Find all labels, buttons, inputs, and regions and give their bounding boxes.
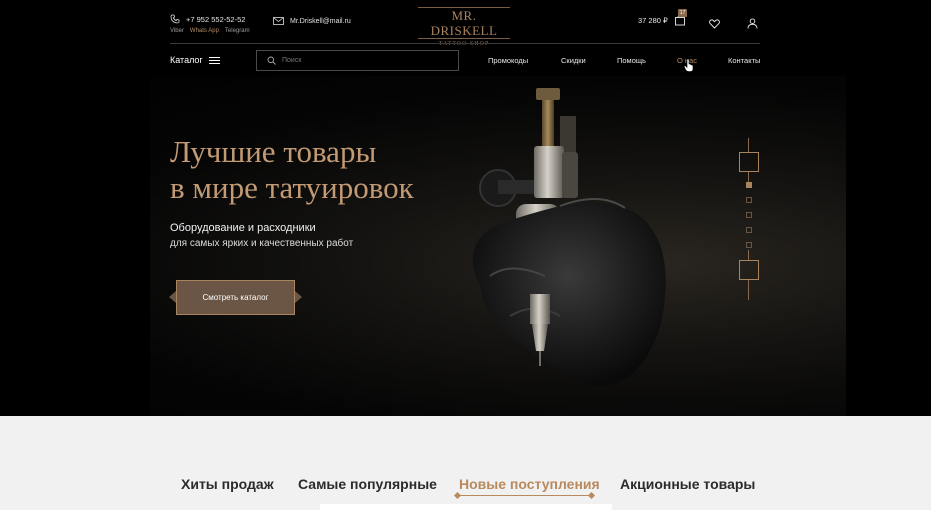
tab-new-arrivals[interactable]: Новые поступления [459,476,600,492]
messenger-viber[interactable]: Viber [170,28,184,34]
logo-sub-text: TATTOO SHOP [438,41,490,47]
messenger-telegram[interactable]: Telegram [225,28,250,34]
cart-block[interactable]: 37 280 ₽ 17 [638,9,688,26]
pager-dot-3[interactable] [746,212,752,218]
search-input[interactable] [282,57,452,64]
messenger-whatsapp[interactable]: Whats App [190,28,219,34]
nav-contacts[interactable]: Контакты [728,56,760,65]
catalog-label: Каталог [170,55,203,65]
user-icon[interactable] [747,16,758,34]
hero-subtitle: Оборудование и расходники для самых ярки… [170,220,353,252]
hero-image-tattoo-machine [472,88,666,386]
pager-prev-button[interactable] [739,152,759,172]
view-catalog-button[interactable]: Смотреть каталог [176,280,295,315]
active-tab-underline [458,495,591,496]
active-tab-diamond-left [453,491,462,500]
pager-line-bottom [748,280,749,300]
nav-promocodes[interactable]: Промокоды [488,56,528,65]
burger-menu-icon [208,56,220,64]
tab-bestsellers[interactable]: Хиты продаж [181,476,274,492]
hero-edge-left [0,76,150,416]
heart-icon[interactable] [709,16,720,34]
product-tabs-section: Хиты продаж Самые популярные Новые посту… [0,416,931,510]
nav-sales[interactable]: Скидки [561,56,586,65]
site-header: +7 952 552-52-52 Viber Whats App Telegra… [0,0,931,76]
pager-line-top [748,138,749,152]
mail-icon [273,17,284,25]
cart-total: 37 280 ₽ [638,15,668,25]
nav-help[interactable]: Помощь [617,56,646,65]
contact-phone-block: +7 952 552-52-52 Viber Whats App Telegra… [170,14,250,35]
pager-next-button[interactable] [739,260,759,280]
hand-cursor-icon [683,58,694,77]
pager-dot-5[interactable] [746,242,752,248]
search-icon [267,52,276,70]
hero-subtitle-line1: Оборудование и расходники [170,222,316,234]
tab-most-popular[interactable]: Самые популярные [298,476,437,492]
hero-title: Лучшие товары в мире татуировок [170,134,414,206]
cta-left-arrow-decoration [169,291,176,303]
header-divider [170,43,760,44]
hero-banner: Лучшие товары в мире татуировок Оборудов… [0,76,931,416]
site-logo[interactable]: MR. DRISKELL TATTOO SHOP [418,7,510,47]
phone-icon [170,14,180,24]
pager-line-mid-bottom [748,250,749,260]
contact-email-block: Mr.Driskell@mail.ru [273,17,351,25]
hero-title-line2: в мире татуировок [170,170,414,205]
pager-dot-1[interactable] [746,182,752,188]
tab-sale-items[interactable]: Акционные товары [620,476,755,492]
phone-number[interactable]: +7 952 552-52-52 [186,15,245,24]
logo-main-text: MR. DRISKELL [418,7,510,39]
cart-count-badge: 17 [677,9,688,17]
cta-right-arrow-decoration [295,291,302,303]
product-card-top-edge [320,504,612,510]
catalog-menu-button[interactable]: Каталог [170,55,220,65]
pager-dot-4[interactable] [746,227,752,233]
hero-edge-right [846,76,931,416]
hero-title-line1: Лучшие товары [170,134,377,169]
search-box[interactable] [256,50,459,71]
pager-line-mid-top [748,172,749,182]
hero-subtitle-line2: для самых ярких и качественных работ [170,238,354,249]
pager-dot-2[interactable] [746,197,752,203]
cart-icon[interactable]: 17 [674,9,688,26]
active-tab-diamond-right [587,491,596,500]
email-link[interactable]: Mr.Driskell@mail.ru [290,18,351,25]
